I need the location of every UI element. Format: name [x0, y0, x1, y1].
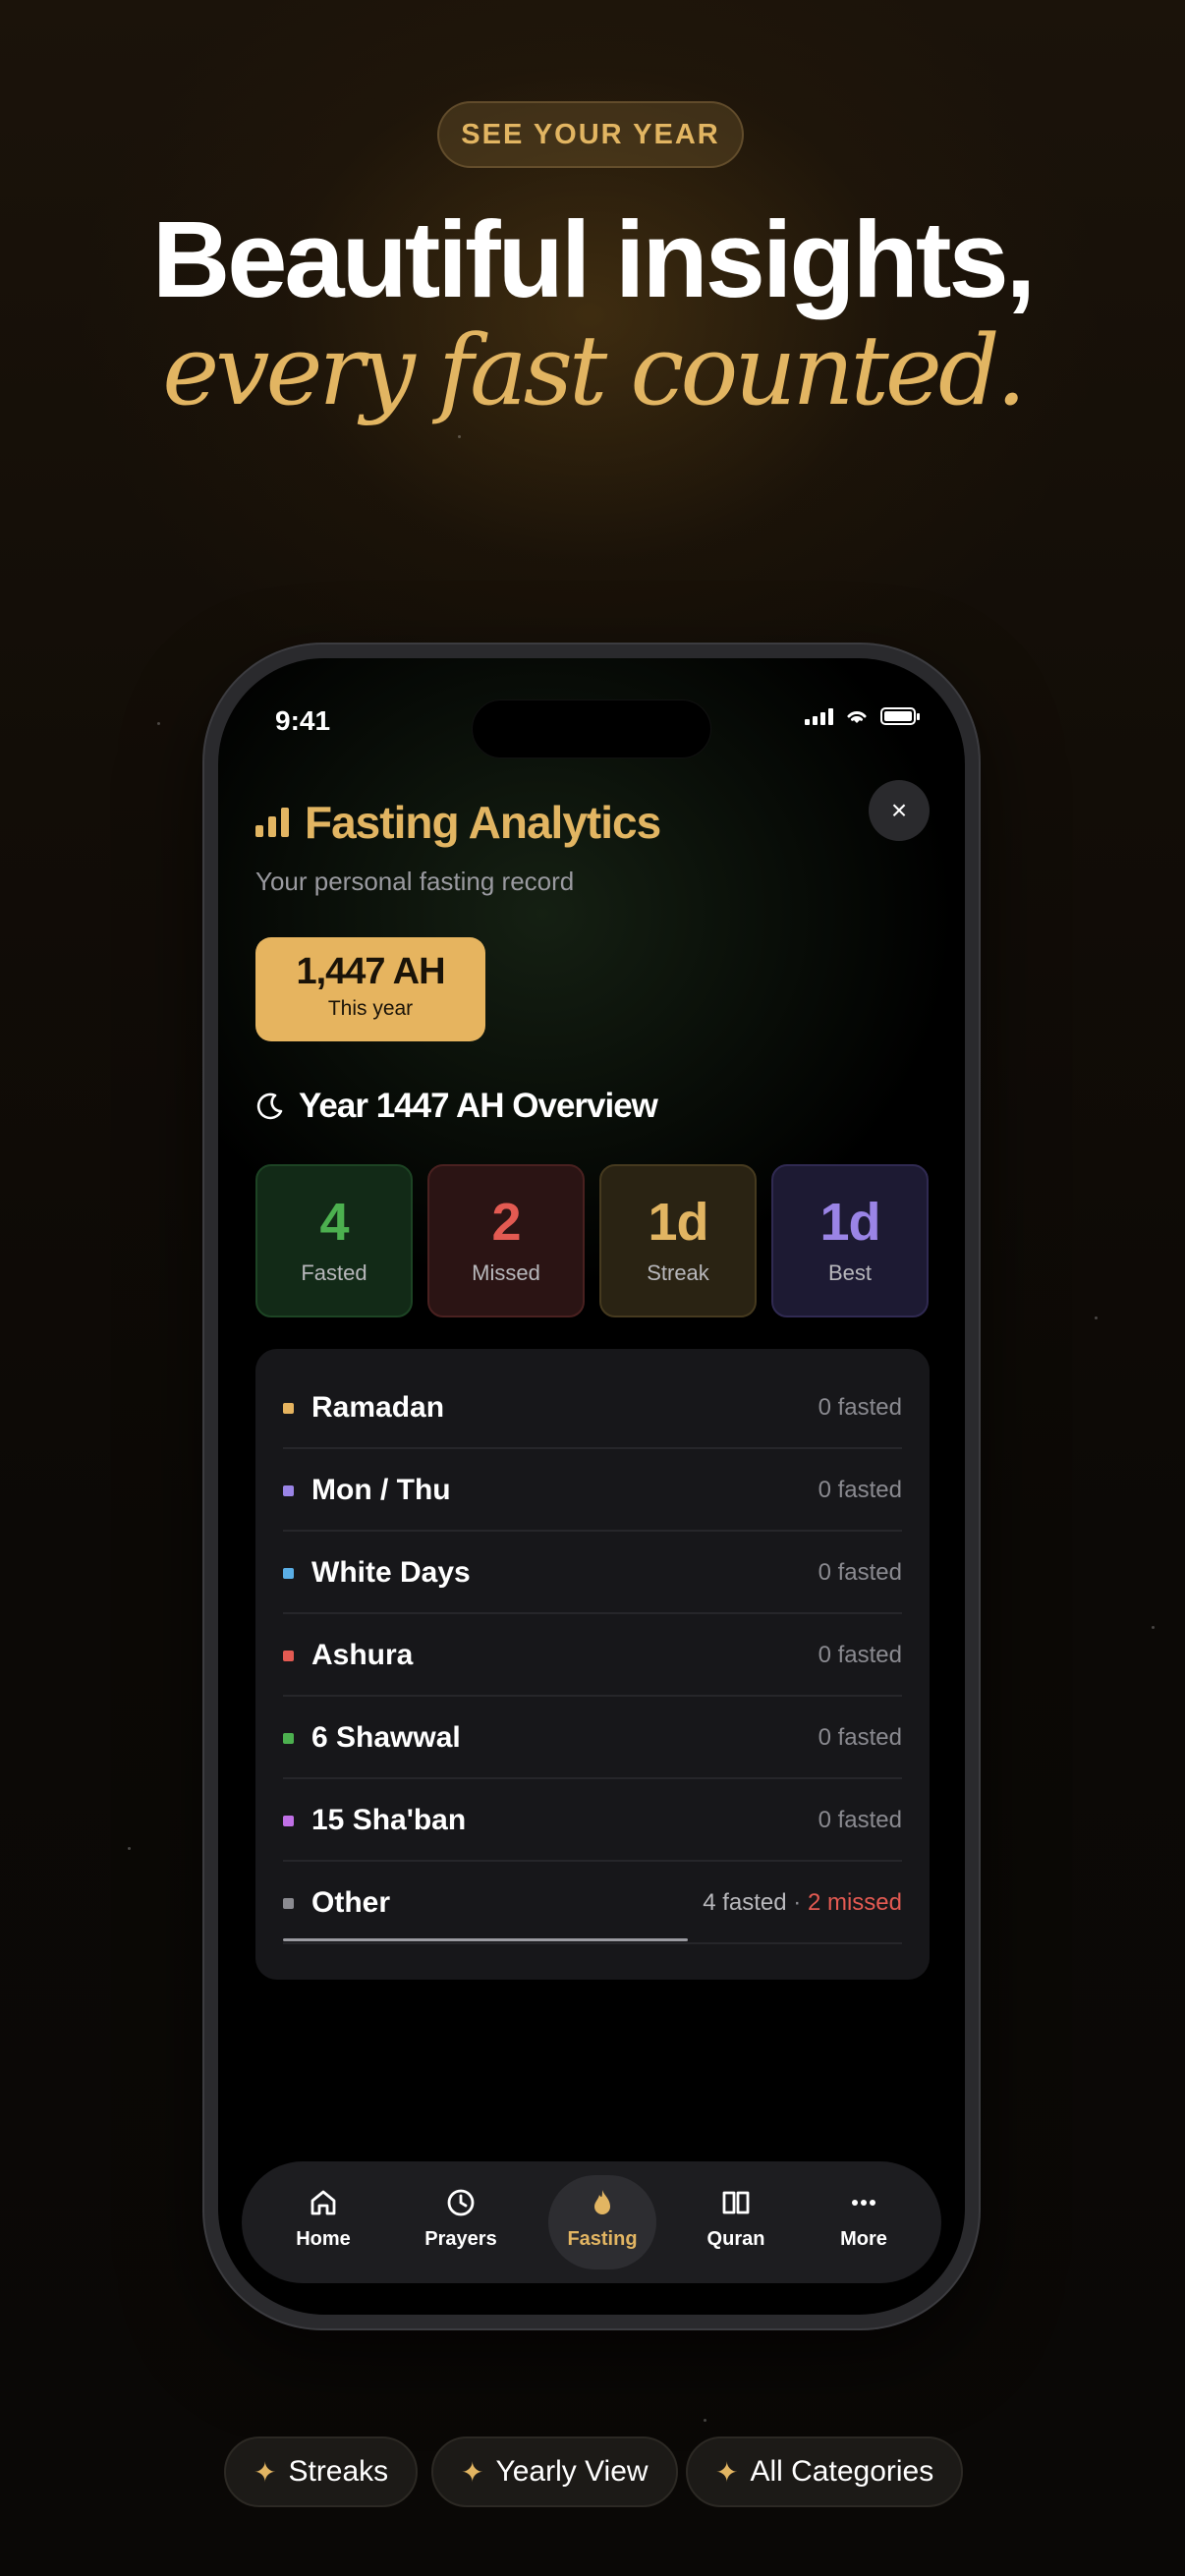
- status-time: 9:41: [275, 705, 331, 736]
- overview-title: Year 1447 AH Overview: [299, 1087, 658, 1125]
- category-color-dot: [283, 1650, 294, 1661]
- category-row-6-shawwal[interactable]: 6 Shawwal 0 fasted: [283, 1699, 902, 1779]
- count-separator: ·: [786, 1889, 808, 1916]
- home-icon: [310, 2190, 336, 2215]
- category-count: 0 fasted: [818, 1559, 902, 1586]
- sparkle-icon: ✦: [715, 2456, 739, 2488]
- phone-screen: 9:41 Fasting Analytics × Your personal f…: [218, 658, 965, 2315]
- wifi-icon: [847, 711, 867, 723]
- year-value: 1,447 AH: [296, 951, 445, 992]
- chip-label: Streaks: [288, 2455, 389, 2488]
- category-count: 0 fasted: [818, 1724, 902, 1751]
- analytics-header: Fasting Analytics: [255, 796, 661, 849]
- fasted-count: 4 fasted: [703, 1889, 787, 1916]
- category-count: 0 fasted: [818, 1807, 902, 1833]
- year-label: This year: [327, 997, 414, 1020]
- category-list: Ramadan 0 fasted Mon / Thu 0 fasted Whit…: [255, 1349, 930, 1980]
- tab-label: More: [840, 2228, 887, 2250]
- headline: Beautiful insights,: [151, 199, 1036, 320]
- category-color-dot: [283, 1815, 294, 1826]
- tab-home[interactable]: Home: [269, 2175, 377, 2269]
- book-icon: [722, 2191, 750, 2214]
- background-star: [704, 2419, 706, 2422]
- tab-prayers[interactable]: Prayers: [407, 2175, 515, 2269]
- category-name: Ramadan: [311, 1391, 445, 1424]
- category-count: 4 fasted · 2 missed: [703, 1889, 902, 1917]
- category-row-other[interactable]: Other 4 fasted · 2 missed: [283, 1864, 902, 1944]
- stat-label: Streak: [647, 1260, 709, 1285]
- close-icon: ×: [890, 795, 908, 825]
- subheadline: every fast counted.: [162, 315, 1027, 427]
- stat-label: Fasted: [301, 1260, 367, 1285]
- year-selector-card[interactable]: 1,447 AH This year: [255, 937, 485, 1041]
- more-icon: [852, 2200, 875, 2206]
- category-name: 15 Sha'ban: [311, 1804, 467, 1836]
- stat-value: 1d: [648, 1193, 708, 1252]
- category-count: 0 fasted: [818, 1477, 902, 1503]
- moon-icon: [256, 1092, 283, 1120]
- category-count: 0 fasted: [818, 1642, 902, 1668]
- background-star: [157, 722, 160, 725]
- category-color-dot: [283, 1732, 294, 1744]
- sparkle-icon: ✦: [461, 2456, 484, 2488]
- background-star: [458, 435, 461, 438]
- tab-label: Home: [296, 2228, 351, 2250]
- category-name: Other: [311, 1886, 391, 1919]
- background-star: [1095, 1316, 1098, 1319]
- tab-quran[interactable]: Quran: [682, 2175, 790, 2269]
- status-icons: [805, 707, 920, 725]
- category-color-dot: [283, 1484, 294, 1496]
- category-name: White Days: [311, 1556, 471, 1589]
- feature-chip-all-categories: ✦ All Categories: [686, 2436, 964, 2507]
- tab-bar: Home Prayers Fasting Quran More: [242, 2161, 941, 2283]
- background-star: [1152, 1626, 1155, 1629]
- category-color-dot: [283, 1567, 294, 1579]
- stat-label: Best: [827, 1260, 873, 1285]
- category-name: Ashura: [311, 1639, 414, 1671]
- tab-label: Fasting: [567, 2228, 638, 2250]
- bar-chart-icon: [255, 808, 289, 837]
- category-row-15-shaban[interactable]: 15 Sha'ban 0 fasted: [283, 1781, 902, 1862]
- clock-icon: [447, 2189, 475, 2216]
- close-button[interactable]: ×: [869, 780, 930, 841]
- chip-label: All Categories: [750, 2455, 934, 2488]
- tab-label: Quran: [706, 2228, 765, 2250]
- flame-icon: [594, 2190, 610, 2214]
- battery-icon: [880, 707, 920, 725]
- stat-card-best: 1d Best: [771, 1164, 929, 1317]
- stat-card-streak: 1d Streak: [599, 1164, 757, 1317]
- category-count: 0 fasted: [818, 1394, 902, 1421]
- category-row-ramadan[interactable]: Ramadan 0 fasted: [283, 1369, 902, 1449]
- category-color-dot: [283, 1897, 294, 1909]
- stat-value: 4: [319, 1193, 349, 1252]
- dynamic-island: [472, 700, 711, 758]
- chip-label: Yearly View: [495, 2455, 649, 2488]
- stat-value: 1d: [819, 1193, 880, 1252]
- page-title: Fasting Analytics: [305, 797, 661, 848]
- stat-card-missed: 2 Missed: [427, 1164, 585, 1317]
- sparkle-icon: ✦: [254, 2456, 277, 2488]
- feature-chip-yearly-view: ✦ Yearly View: [431, 2436, 678, 2507]
- other-progress-bar: [283, 1938, 688, 1941]
- category-row-mon-thu[interactable]: Mon / Thu 0 fasted: [283, 1451, 902, 1532]
- phone-frame: 9:41 Fasting Analytics × Your personal f…: [204, 644, 979, 2328]
- page-subtitle: Your personal fasting record: [255, 867, 575, 896]
- category-name: Mon / Thu: [311, 1474, 451, 1506]
- stat-label: Missed: [472, 1260, 540, 1285]
- overview-header: Year 1447 AH Overview: [255, 1087, 658, 1126]
- category-row-white-days[interactable]: White Days 0 fasted: [283, 1534, 902, 1614]
- cellular-signal-icon: [805, 707, 833, 725]
- tab-label: Prayers: [424, 2228, 497, 2250]
- stat-value: 2: [491, 1193, 521, 1252]
- category-row-ashura[interactable]: Ashura 0 fasted: [283, 1616, 902, 1697]
- stat-card-fasted: 4 Fasted: [255, 1164, 413, 1317]
- category-color-dot: [283, 1402, 294, 1414]
- missed-count: 2 missed: [807, 1889, 902, 1916]
- tab-more[interactable]: More: [810, 2175, 918, 2269]
- category-name: 6 Shawwal: [311, 1721, 461, 1754]
- tab-fasting[interactable]: Fasting: [548, 2175, 656, 2269]
- see-your-year-badge: SEE YOUR YEAR: [437, 101, 744, 168]
- feature-chip-streaks: ✦ Streaks: [224, 2436, 419, 2507]
- background-star: [128, 1847, 131, 1850]
